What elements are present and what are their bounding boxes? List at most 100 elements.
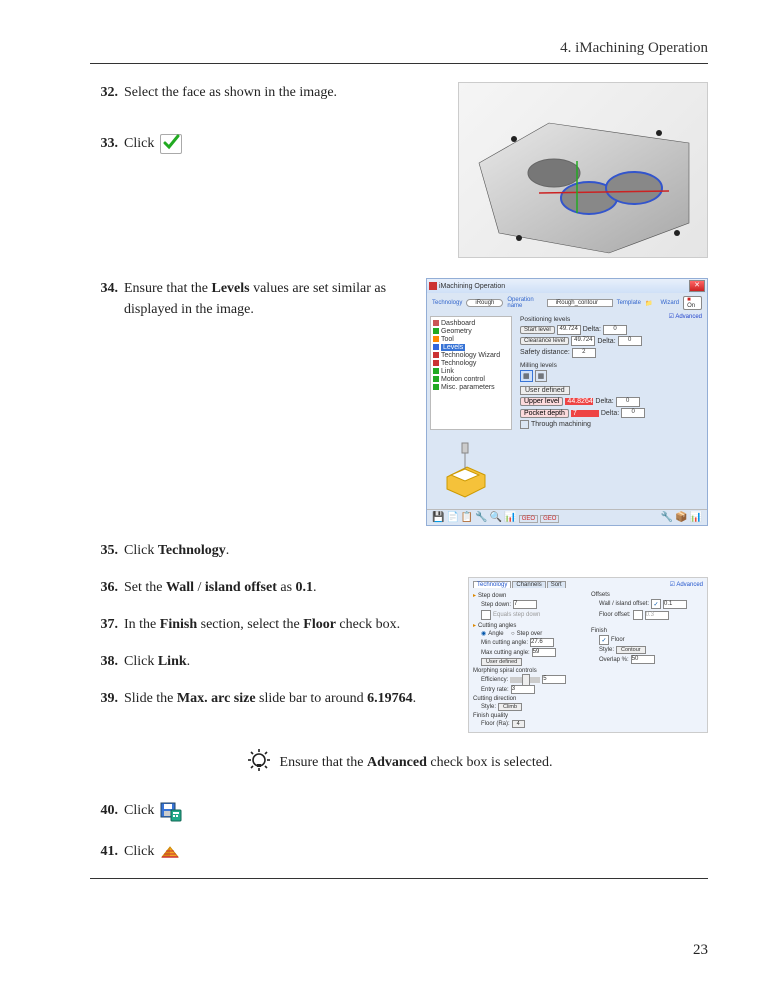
dialog-titlebar: iMachining Operation ✕ — [427, 279, 707, 293]
l: Floor offset: — [599, 612, 631, 618]
l: Angle — [488, 631, 503, 637]
sel: User defined — [520, 386, 570, 395]
l: Wall / island offset: — [599, 601, 649, 607]
step-number: 40. — [90, 800, 118, 821]
tree-item-selected: Levels — [441, 344, 465, 351]
isometric-preview — [435, 441, 495, 501]
b: island offset — [205, 580, 277, 595]
t: check box is selected. — [427, 755, 553, 770]
sel: Contour — [616, 646, 646, 654]
step-text: Slide the Max. arc size slide bar to aro… — [124, 688, 458, 709]
l: Style: — [481, 704, 496, 710]
step-number: 37. — [90, 614, 118, 635]
l: Entry rate: — [481, 687, 509, 693]
v: 3 — [511, 685, 535, 694]
step-37: 37. In the Finish section, select the Fl… — [90, 614, 458, 635]
btn: Upper level — [520, 397, 563, 406]
checkmark-icon — [160, 134, 182, 154]
lbl: Delta: — [595, 398, 613, 405]
step-text: Click Link. — [124, 651, 458, 672]
lbl: Operation name — [507, 297, 542, 309]
tree-item: Dashboard — [441, 320, 475, 327]
step-text: In the Finish section, select the Floor … — [124, 614, 458, 635]
tab: Technology — [473, 581, 511, 588]
header-rule — [90, 63, 708, 64]
t: . — [226, 543, 230, 558]
group-title: Milling levels — [520, 362, 664, 369]
step-number: 39. — [90, 688, 118, 709]
t: Ensure that the — [124, 281, 211, 296]
l: Step over — [517, 631, 543, 637]
lbl: Delta: — [583, 326, 601, 333]
g: Offsets — [591, 592, 610, 598]
btn: Start level — [520, 326, 555, 334]
dialog-title: iMachining Operation — [439, 283, 505, 290]
t: . — [313, 580, 317, 595]
val: 0 — [603, 325, 627, 335]
step-number: 36. — [90, 577, 118, 598]
close-icon: ✕ — [689, 280, 705, 292]
step-41: 41. Click — [90, 841, 708, 862]
btn: Clearance level — [520, 337, 569, 345]
group-title: Positioning levels — [520, 316, 664, 323]
tree-item: Technology Wizard — [441, 352, 500, 359]
t: as — [277, 580, 296, 595]
step-34: 34. Ensure that the Levels values are se… — [90, 278, 416, 320]
lightbulb-icon — [246, 747, 272, 778]
l: Overlap %: — [599, 657, 629, 663]
v: 59 — [532, 648, 556, 657]
l: Max cutting angle: — [481, 650, 530, 656]
t: slide bar to around — [256, 691, 368, 706]
lbl: Wizard — [660, 300, 679, 306]
b: Floor — [303, 617, 336, 632]
b: Finish — [160, 617, 197, 632]
l: Style: — [599, 647, 614, 653]
l: Floor (Ra): — [481, 721, 510, 727]
l: Efficiency: — [481, 677, 508, 683]
t: Slide the — [124, 691, 177, 706]
tree-item: Tool — [441, 336, 454, 343]
lbl: Technology — [432, 300, 462, 306]
val: 0 — [621, 408, 645, 418]
b: 6.19764 — [367, 691, 413, 706]
l: Min cutting angle: — [481, 640, 528, 646]
tree-item: Link — [441, 368, 454, 375]
val: 44.8264 — [565, 398, 593, 405]
step-text: Click — [124, 800, 708, 821]
step-text-a: Click — [124, 136, 158, 151]
step-39: 39. Slide the Max. arc size slide bar to… — [90, 688, 458, 709]
t: Set the — [124, 580, 166, 595]
val: 0 — [618, 336, 642, 346]
lbl: Template — [617, 300, 641, 306]
bottom-toolbar: 💾📄📋🔧🔍📊GEOGEO 🔧📦📊 — [427, 509, 707, 525]
step-text: Click — [124, 841, 708, 862]
v: 0.1 — [663, 600, 687, 609]
lbl: Through machining — [531, 421, 591, 428]
t: Ensure that the — [280, 755, 367, 770]
t: section, select the — [197, 617, 303, 632]
t: In the — [124, 617, 160, 632]
sel: Climb — [498, 703, 522, 711]
advanced-check: ☑ Advanced — [669, 313, 702, 320]
t: Click — [124, 803, 158, 818]
nav-tree: Dashboard Geometry Tool Levels Technolog… — [430, 316, 512, 430]
step-35: 35. Click Technology. — [90, 540, 708, 561]
technology-select: iRough — [466, 299, 503, 307]
cad-3d-screenshot — [458, 82, 708, 258]
btn: Pocket depth — [520, 409, 569, 418]
sel: 4 — [512, 720, 525, 728]
step-36: 36. Set the Wall / island offset as 0.1. — [90, 577, 458, 598]
g: Finish — [591, 628, 607, 634]
footer-rule — [90, 878, 708, 879]
t: Click — [124, 543, 158, 558]
t: . — [187, 654, 191, 669]
app-icon — [429, 282, 437, 290]
step-number: 33. — [90, 133, 118, 154]
step-text: Click Technology. — [124, 540, 708, 561]
l: Step down: — [481, 602, 511, 608]
step-text: Set the Wall / island offset as 0.1. — [124, 577, 458, 598]
val: 7 — [571, 410, 599, 417]
step-number: 38. — [90, 651, 118, 672]
lbl: Delta: — [601, 410, 619, 417]
val: 49.724 — [571, 336, 595, 346]
